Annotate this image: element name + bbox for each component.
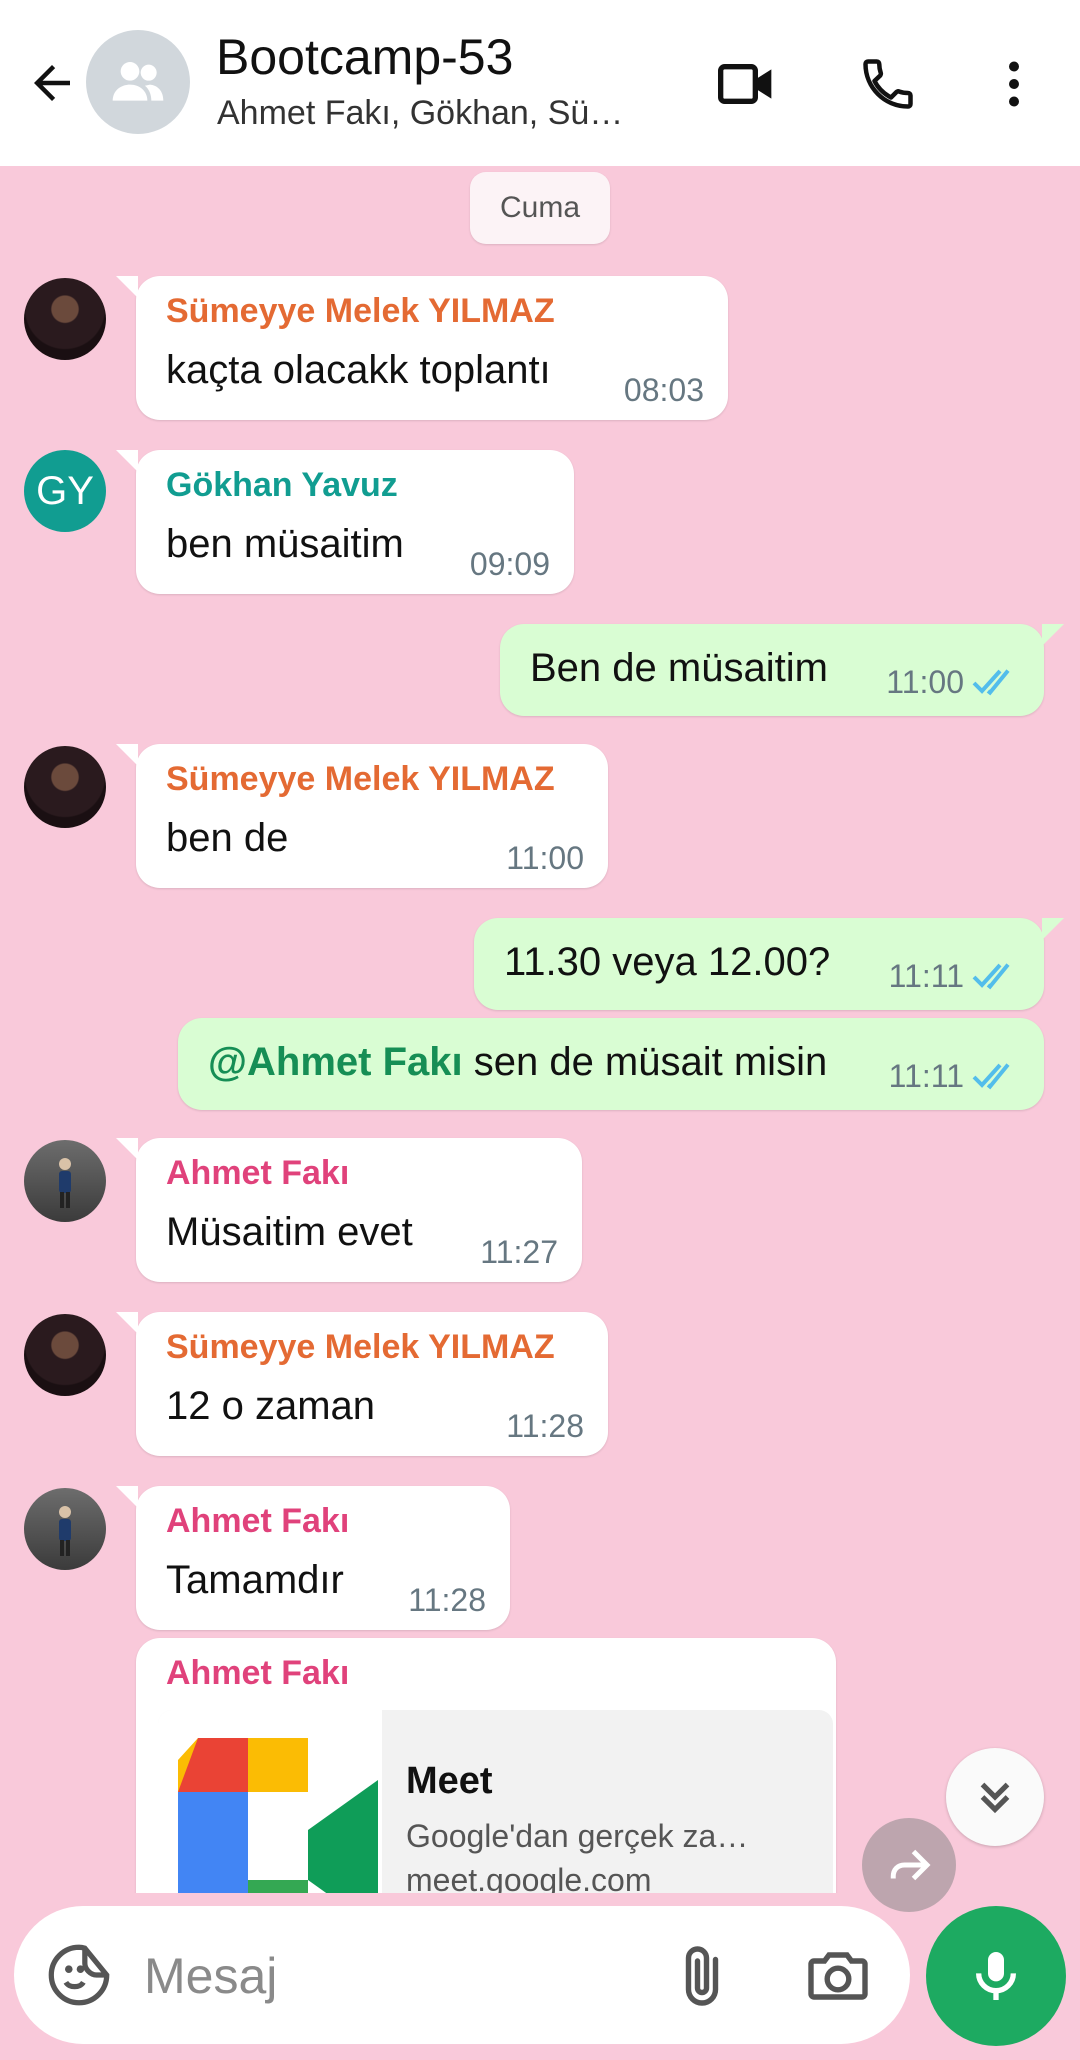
message-text: 11.30 veya 12.00? [504, 940, 831, 984]
message-list[interactable]: Cuma Sümeyye Melek YILMAZ kaçta olacakk … [0, 166, 1080, 1893]
camera-icon[interactable] [802, 1940, 874, 2012]
sender-avatar[interactable] [24, 1314, 106, 1396]
sender-avatar[interactable] [24, 1488, 106, 1570]
message-text: Müsaitim evet [166, 1210, 413, 1254]
message-bubble[interactable]: Gökhan Yavuz ben müsaitim 09:09 [116, 450, 574, 594]
sender-name[interactable]: Ahmet Fakı [166, 1502, 349, 1541]
link-title: Meet [406, 1760, 493, 1802]
voice-record-button[interactable] [926, 1906, 1066, 2046]
sender-name[interactable]: Ahmet Fakı [166, 1654, 349, 1693]
message-bubble[interactable]: @Ahmet Fakı sen de müsait misin 11:11 [178, 1018, 1044, 1110]
message-text: ben de [166, 816, 289, 860]
mention-link[interactable]: @Ahmet Fakı [208, 1040, 463, 1084]
group-avatar[interactable] [86, 30, 190, 134]
person-photo [59, 1506, 71, 1556]
sender-avatar[interactable] [24, 1140, 106, 1222]
phone-icon [863, 59, 913, 109]
message-time: 11:28 [506, 1408, 584, 1444]
message-time: 11:27 [480, 1234, 558, 1270]
message-text-rest: sen de müsait misin [462, 1040, 828, 1084]
link-domain: meet.google.com [406, 1862, 652, 1893]
message-text: ben müsaitim [166, 522, 404, 566]
paperclip-icon[interactable] [666, 1940, 738, 2012]
sender-name[interactable]: Sümeyye Melek YILMAZ [166, 760, 555, 799]
forward-icon [890, 1849, 931, 1881]
message-time: 08:03 [623, 372, 704, 408]
back-arrow-icon [34, 65, 70, 101]
sticker-icon[interactable] [44, 1940, 114, 2010]
message-bubble[interactable]: Sümeyye Melek YILMAZ kaçta olacakk topla… [116, 276, 728, 420]
scroll-to-bottom-button[interactable] [946, 1748, 1044, 1846]
sender-name[interactable]: Sümeyye Melek YILMAZ [166, 1328, 555, 1367]
message-time: 11:11 [888, 958, 964, 994]
date-chip: Cuma [470, 172, 610, 244]
message-bubble[interactable]: Sümeyye Melek YILMAZ 12 o zaman 11:28 [116, 1312, 608, 1456]
link-description: Google'dan gerçek za… [406, 1818, 749, 1854]
message-text: Tamamdır [166, 1558, 344, 1602]
forward-button[interactable] [862, 1818, 956, 1912]
message-text: Ben de müsaitim [530, 646, 828, 690]
sender-name[interactable]: Ahmet Fakı [166, 1154, 349, 1193]
sender-avatar[interactable] [24, 746, 106, 828]
message-input[interactable] [142, 1936, 646, 2016]
message-time: 11:11 [888, 1058, 964, 1094]
sender-avatar[interactable] [24, 278, 106, 360]
message-text: 12 o zaman [166, 1384, 376, 1428]
message-bubble[interactable]: Ahmet Fakı Meet Google'dan gerçek za… me… [136, 1638, 836, 1893]
message-bubble[interactable]: Sümeyye Melek YILMAZ ben de 11:00 [116, 744, 608, 888]
google-meet-logo [158, 1710, 382, 1893]
message-text: kaçta olacakk toplantı [166, 348, 551, 392]
double-check-icon [972, 1063, 1010, 1090]
more-vert-icon [1009, 61, 1019, 107]
message-time: 11:00 [886, 664, 964, 700]
composer-bar [14, 1906, 910, 2044]
back-button[interactable] [20, 48, 84, 118]
person-photo [59, 1158, 71, 1208]
chat-header: Bootcamp-53 Ahmet Fakı, Gökhan, Sü… [0, 0, 1080, 166]
sender-avatar[interactable]: GY [24, 450, 106, 532]
double-check-icon [972, 963, 1010, 990]
group-members[interactable]: Ahmet Fakı, Gökhan, Sü… [217, 94, 647, 133]
more-options-button[interactable] [974, 48, 1054, 120]
chevrons-down-icon [980, 1782, 1010, 1814]
message-bubble[interactable]: Ahmet Fakı Tamamdır 11:28 [116, 1486, 510, 1630]
sender-name[interactable]: Sümeyye Melek YILMAZ [166, 292, 555, 331]
double-check-icon [972, 669, 1010, 696]
google-meet-icon [178, 1738, 378, 1893]
message-text: @Ahmet Fakı sen de müsait misin [208, 1040, 827, 1085]
video-call-button[interactable] [706, 48, 786, 120]
message-time: 11:28 [408, 1582, 486, 1618]
mic-icon [976, 1952, 1016, 2000]
video-call-icon [718, 64, 772, 104]
message-bubble[interactable]: 11.30 veya 12.00? 11:11 [474, 918, 1064, 1010]
message-time: 11:00 [506, 840, 584, 876]
message-bubble[interactable]: Ben de müsaitim 11:00 [500, 624, 1064, 716]
group-title[interactable]: Bootcamp-53 [216, 28, 513, 86]
link-preview-card[interactable]: Meet Google'dan gerçek za… meet.google.c… [158, 1710, 833, 1893]
sender-name[interactable]: Gökhan Yavuz [166, 466, 398, 505]
voice-call-button[interactable] [848, 48, 928, 120]
message-bubble[interactable]: Ahmet Fakı Müsaitim evet 11:27 [116, 1138, 582, 1282]
message-time: 09:09 [469, 546, 550, 582]
group-icon [112, 62, 164, 101]
